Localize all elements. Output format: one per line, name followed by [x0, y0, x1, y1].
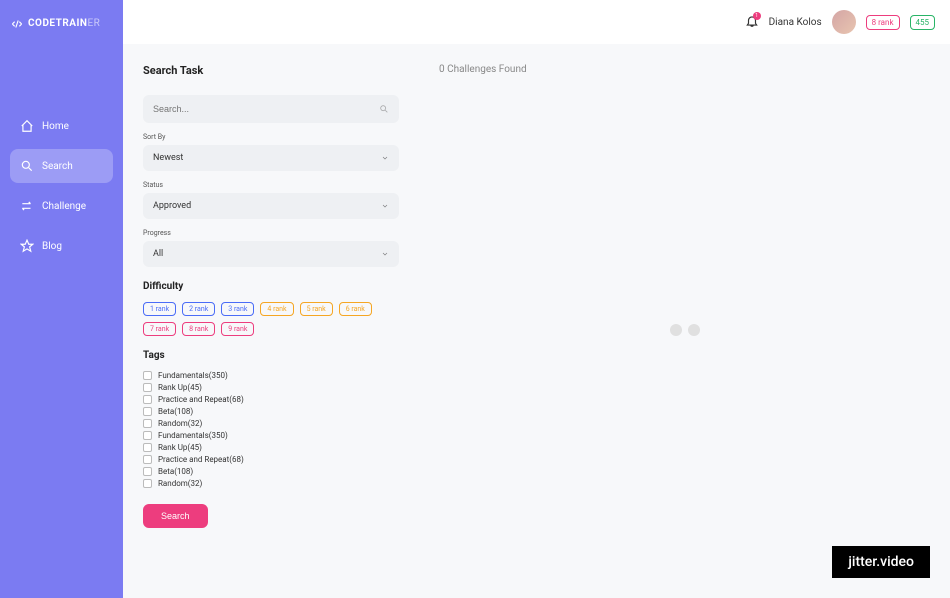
tag-checkbox[interactable]	[143, 443, 152, 452]
watermark: jitter.video	[832, 546, 930, 578]
tag-item[interactable]: Beta(108)	[143, 467, 399, 476]
avatar[interactable]	[832, 10, 856, 34]
search-panel: Search Task Sort By Newest Status Approv…	[143, 64, 399, 578]
sort-label: Sort By	[143, 133, 399, 141]
notif-badge: 1	[753, 12, 761, 20]
rank-chip[interactable]: 6 rank	[339, 302, 372, 316]
search-icon	[379, 104, 389, 114]
logo-text: CODETRAINER	[28, 18, 100, 29]
rank-chip[interactable]: 7 rank	[143, 322, 176, 336]
logo-icon	[10, 19, 24, 29]
score-badge: 455	[910, 15, 936, 30]
logo: CODETRAINER	[10, 18, 113, 29]
tag-label: Practice and Repeat(68)	[158, 395, 244, 404]
star-icon	[20, 239, 34, 253]
nav-home[interactable]: Home	[10, 109, 113, 143]
sort-select[interactable]: Newest	[143, 145, 399, 171]
tag-item[interactable]: Beta(108)	[143, 407, 399, 416]
tag-label: Random(32)	[158, 479, 202, 488]
tag-checkbox[interactable]	[143, 383, 152, 392]
main: 1 Diana Kolos 8 rank 455 Search Task Sor…	[123, 0, 950, 598]
username: Diana Kolos	[769, 17, 822, 28]
rank-chip[interactable]: 1 rank	[143, 302, 176, 316]
tag-item[interactable]: Random(32)	[143, 419, 399, 428]
tag-checkbox[interactable]	[143, 479, 152, 488]
rank-grid: 1 rank 2 rank 3 rank 4 rank 5 rank 6 rank 7 ra…	[143, 302, 399, 336]
progress-label: Progress	[143, 229, 399, 237]
status-value: Approved	[153, 201, 191, 211]
tag-checkbox[interactable]	[143, 455, 152, 464]
tag-checkbox[interactable]	[143, 407, 152, 416]
search-icon	[20, 159, 34, 173]
panel-title: Search Task	[143, 64, 399, 77]
tag-checkbox[interactable]	[143, 431, 152, 440]
tag-list: Fundamentals(350) Rank Up(45) Practice and…	[143, 371, 399, 488]
content: Search Task Sort By Newest Status Approv…	[123, 44, 950, 598]
tag-checkbox[interactable]	[143, 371, 152, 380]
nav-label: Blog	[42, 241, 62, 252]
tag-item[interactable]: Rank Up(45)	[143, 443, 399, 452]
tag-label: Rank Up(45)	[158, 383, 202, 392]
nav-label: Home	[42, 121, 69, 132]
tag-label: Rank Up(45)	[158, 443, 202, 452]
tags-title: Tags	[143, 350, 399, 361]
tag-item[interactable]: Fundamentals(350)	[143, 371, 399, 380]
rank-chip[interactable]: 3 rank	[221, 302, 254, 316]
nav-challenge[interactable]: Challenge	[10, 189, 113, 223]
tag-label: Random(32)	[158, 419, 202, 428]
progress-value: All	[153, 249, 163, 259]
tag-label: Fundamentals(350)	[158, 431, 228, 440]
chevron-down-icon	[381, 202, 389, 210]
nav-label: Search	[42, 161, 73, 172]
notifications-button[interactable]: 1	[745, 14, 759, 31]
tag-checkbox[interactable]	[143, 395, 152, 404]
search-button[interactable]: Search	[143, 504, 208, 528]
tag-item[interactable]: Rank Up(45)	[143, 383, 399, 392]
loader	[670, 324, 700, 336]
swap-icon	[20, 199, 34, 213]
tag-label: Practice and Repeat(68)	[158, 455, 244, 464]
sidebar: CODETRAINER Home Search Challenge Blog	[0, 0, 123, 598]
tag-label: Beta(108)	[158, 407, 193, 416]
tag-item[interactable]: Practice and Repeat(68)	[143, 395, 399, 404]
loader-dot	[688, 324, 700, 336]
tag-item[interactable]: Fundamentals(350)	[143, 431, 399, 440]
chevron-down-icon	[381, 154, 389, 162]
rank-chip[interactable]: 5 rank	[300, 302, 333, 316]
nav: Home Search Challenge Blog	[10, 109, 113, 263]
rank-chip[interactable]: 4 rank	[260, 302, 293, 316]
tag-checkbox[interactable]	[143, 467, 152, 476]
status-select[interactable]: Approved	[143, 193, 399, 219]
rank-chip[interactable]: 8 rank	[182, 322, 215, 336]
chevron-down-icon	[381, 250, 389, 258]
topbar: 1 Diana Kolos 8 rank 455	[123, 0, 950, 44]
rank-chip[interactable]: 2 rank	[182, 302, 215, 316]
difficulty-title: Difficulty	[143, 281, 399, 292]
sort-value: Newest	[153, 153, 183, 163]
rank-chip[interactable]: 9 rank	[221, 322, 254, 336]
tag-item[interactable]: Random(32)	[143, 479, 399, 488]
tag-label: Fundamentals(350)	[158, 371, 228, 380]
home-icon	[20, 119, 34, 133]
tag-label: Beta(108)	[158, 467, 193, 476]
results-panel: 0 Challenges Found jitter.video	[439, 64, 930, 578]
progress-select[interactable]: All	[143, 241, 399, 267]
loader-dot	[670, 324, 682, 336]
rank-badge: 8 rank	[866, 15, 900, 30]
nav-blog[interactable]: Blog	[10, 229, 113, 263]
results-header: 0 Challenges Found	[439, 64, 930, 75]
status-label: Status	[143, 181, 399, 189]
tag-item[interactable]: Practice and Repeat(68)	[143, 455, 399, 464]
search-input[interactable]	[153, 104, 379, 114]
tag-checkbox[interactable]	[143, 419, 152, 428]
search-box[interactable]	[143, 95, 399, 123]
nav-label: Challenge	[42, 201, 86, 212]
nav-search[interactable]: Search	[10, 149, 113, 183]
